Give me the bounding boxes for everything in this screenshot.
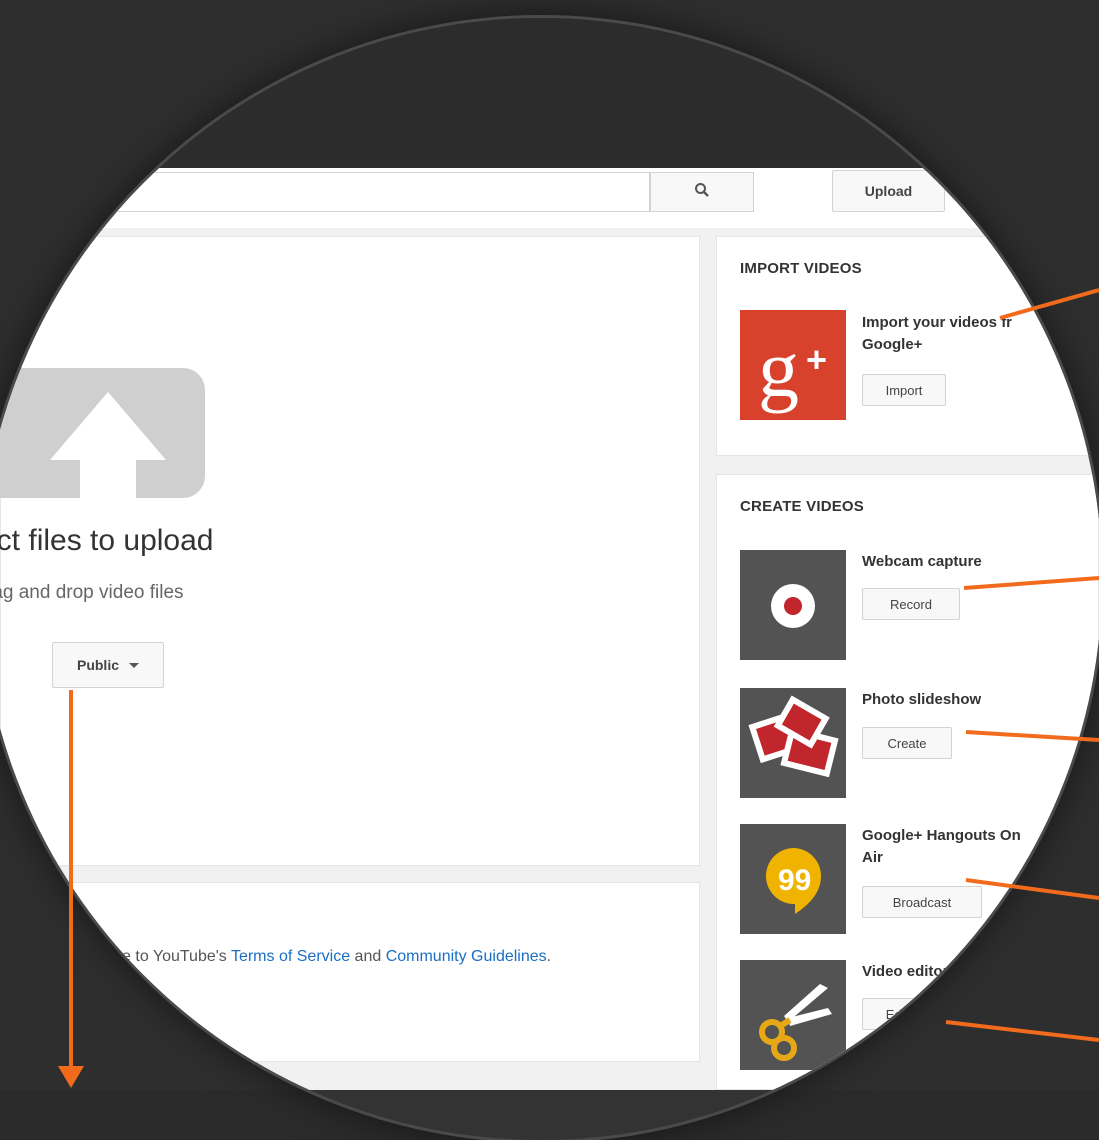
terms-text: agree to YouTube's Terms of Service and …	[90, 948, 552, 965]
broadcast-button[interactable]: Broadcast	[862, 886, 982, 918]
upload-button[interactable]: Upload	[832, 170, 945, 212]
webcam-capture-title: Webcam capture	[862, 553, 982, 570]
scissors-icon	[740, 960, 846, 1070]
svg-text:99: 99	[778, 864, 811, 897]
photo-slideshow-icon	[740, 688, 846, 798]
select-files-title: ect files to upload	[0, 524, 214, 557]
video-editor-title: Video editor	[862, 963, 949, 980]
upload-arrow-icon[interactable]	[0, 368, 210, 498]
create-videos-title: CREATE VIDEOS	[740, 498, 865, 515]
community-guidelines-link[interactable]: Community Guidelines	[386, 948, 547, 965]
search-icon	[694, 182, 710, 203]
top-dark-band	[0, 18, 1099, 168]
search-input[interactable]	[0, 172, 650, 212]
import-button[interactable]: Import	[862, 374, 946, 406]
photo-slideshow-title: Photo slideshow	[862, 691, 982, 708]
svg-text:g: g	[758, 323, 799, 414]
edit-button[interactable]: Edit	[862, 998, 932, 1030]
magnifier-lens: Upload ect files to upload rag and drop …	[0, 18, 1099, 1140]
import-videos-title: IMPORT VIDEOS	[740, 260, 862, 277]
hangouts-quote-icon: 99	[740, 824, 846, 934]
terms-of-service-link[interactable]: Terms of Service	[231, 948, 350, 965]
webcam-record-icon	[740, 550, 846, 660]
learn-more-link[interactable]: n more	[104, 978, 154, 996]
record-button[interactable]: Record	[862, 588, 960, 620]
chevron-down-icon	[129, 662, 139, 668]
import-item-title: Import your videos fr Google+	[862, 314, 1013, 353]
drag-drop-hint: rag and drop video files	[0, 582, 184, 603]
google-plus-logo: g +	[740, 310, 846, 420]
terms-card	[0, 882, 700, 1062]
svg-text:+: +	[806, 339, 827, 380]
create-button[interactable]: Create	[862, 727, 952, 759]
hangouts-on-air-title: Google+ Hangouts On Air	[862, 827, 1021, 866]
privacy-dropdown[interactable]: Public	[52, 642, 164, 688]
privacy-value: Public	[76, 657, 119, 673]
search-button[interactable]	[650, 172, 754, 212]
